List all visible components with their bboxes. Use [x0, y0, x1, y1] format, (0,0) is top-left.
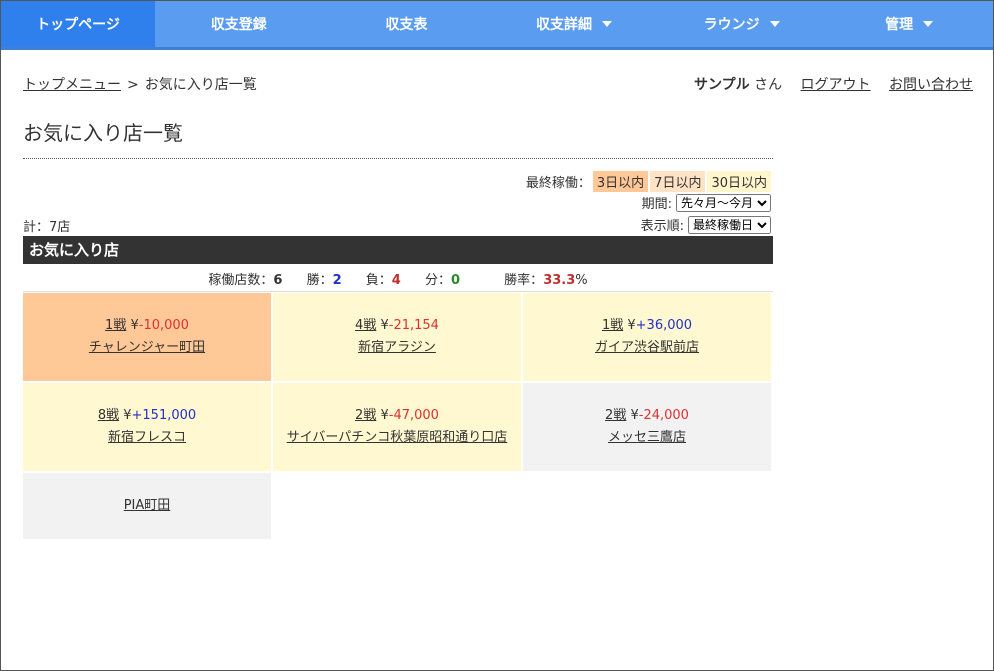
top-nav: トップページ 収支登録 収支表 収支詳細 ラウンジ 管理 [1, 1, 993, 50]
stat-label: 負： [365, 273, 392, 288]
store-amount: +151,000 [131, 408, 197, 423]
user-bar: サンプル さん ログアウト お問い合わせ [694, 74, 973, 94]
yen-sign: ¥ [627, 318, 636, 333]
stat-wins: 勝：2 [307, 273, 342, 288]
user-name: サンプル [694, 77, 750, 93]
nav-label: 収支詳細 [535, 17, 592, 33]
stat-stores: 稼働店数：6 [208, 273, 282, 288]
store-amount: -10,000 [138, 318, 189, 333]
stat-value: 0 [450, 273, 461, 288]
period-select[interactable]: 先々月～今月 [676, 193, 771, 212]
last-active-30days[interactable]: 30日以内 [707, 171, 771, 192]
store-record: 2戦 ¥-47,000 [355, 405, 439, 427]
nav-label: トップページ [36, 17, 120, 33]
chevron-down-icon [923, 21, 934, 27]
nav-label: 収支表 [385, 17, 428, 33]
store-games-link[interactable]: 2戦 [605, 408, 626, 423]
yen-sign: ¥ [380, 408, 389, 423]
user-suffix: さん [754, 77, 783, 93]
breadcrumb-current: お気に入り店一覧 [144, 77, 257, 93]
store-name-link[interactable]: 新宿フレスコ [108, 427, 186, 449]
sort-filter: 表示順: 最終稼働日 [641, 215, 771, 234]
stat-value: 2 [332, 273, 342, 288]
store-record: 8戦 ¥+151,000 [98, 405, 196, 427]
store-games-link[interactable]: 1戦 [105, 318, 126, 333]
sort-select[interactable]: 最終稼働日 [688, 215, 771, 234]
nav-label: ラウンジ [703, 17, 760, 33]
store-card: 2戦 ¥-47,000 サイバーパチンコ秋葉原昭和通り口店 [273, 383, 521, 471]
store-record: 2戦 ¥-24,000 [605, 405, 689, 427]
stat-label: 勝： [306, 273, 333, 288]
store-name-link[interactable]: ガイア渋谷駅前店 [595, 337, 699, 359]
breadcrumb: トップメニュー > お気に入り店一覧 [23, 74, 257, 94]
store-name-link[interactable]: チャレンジャー町田 [89, 337, 205, 359]
store-games-link[interactable]: 4戦 [355, 318, 376, 333]
stat-value: 6 [273, 273, 283, 288]
nav-label: 管理 [885, 17, 914, 33]
store-card: 2戦 ¥-24,000 メッセ三鷹店 [523, 383, 771, 471]
logout-link[interactable]: ログアウト [801, 77, 871, 93]
sort-label: 表示順: [640, 219, 684, 234]
store-card: PIA町田 [23, 473, 271, 539]
nav-table[interactable]: 収支表 [323, 1, 491, 47]
last-active-filter: 最終稼働： 3日以内 7日以内 30日以内 [526, 171, 771, 192]
store-name-link[interactable]: PIA町田 [124, 495, 171, 517]
yen-sign: ¥ [123, 408, 132, 423]
stat-win-rate: 勝率：33.3% [504, 273, 587, 288]
nav-label: 収支登録 [210, 17, 267, 33]
store-games-link[interactable]: 1戦 [602, 318, 623, 333]
section-header: お気に入り店 [23, 236, 773, 264]
stat-draws: 分：0 [425, 273, 460, 288]
nav-detail[interactable]: 収支詳細 [490, 1, 658, 47]
yen-sign: ¥ [380, 318, 389, 333]
stat-value: 33.3 [543, 273, 576, 288]
store-amount: -21,154 [388, 318, 439, 333]
stat-unit: % [575, 273, 588, 288]
nav-top-page[interactable]: トップページ [1, 1, 155, 47]
contact-link[interactable]: お問い合わせ [889, 77, 973, 93]
store-amount: -47,000 [388, 408, 439, 423]
total-count: 計：7店 [23, 220, 71, 235]
last-active-7days[interactable]: 7日以内 [650, 171, 706, 192]
store-record: 1戦 ¥+36,000 [602, 315, 692, 337]
yen-sign: ¥ [630, 408, 639, 423]
nav-admin[interactable]: 管理 [825, 1, 993, 47]
yen-sign: ¥ [130, 318, 139, 333]
stats-summary: 稼働店数：6 勝：2 負：4 分：0 勝率：33.3% [23, 269, 773, 288]
store-games-link[interactable]: 2戦 [355, 408, 376, 423]
period-filter: 期間: 先々月～今月 [642, 193, 771, 212]
breadcrumb-separator: > [127, 77, 139, 93]
last-active-label: 最終稼働： [525, 176, 591, 191]
chevron-down-icon [769, 21, 780, 27]
stat-losses: 負：4 [366, 273, 401, 288]
store-record: 1戦 ¥-10,000 [105, 315, 189, 337]
last-active-3days[interactable]: 3日以内 [592, 171, 649, 192]
store-record: 4戦 ¥-21,154 [355, 315, 439, 337]
store-card: 4戦 ¥-21,154 新宿アラジン [273, 293, 521, 381]
nav-register[interactable]: 収支登録 [155, 1, 323, 47]
period-label: 期間: [641, 197, 672, 212]
stat-value: 4 [391, 273, 401, 288]
store-name-link[interactable]: サイバーパチンコ秋葉原昭和通り口店 [287, 427, 508, 449]
store-card: 1戦 ¥+36,000 ガイア渋谷駅前店 [523, 293, 771, 381]
title-divider [23, 158, 773, 159]
breadcrumb-home-link[interactable]: トップメニュー [23, 77, 121, 93]
store-amount: -24,000 [638, 408, 689, 423]
chevron-down-icon [601, 21, 612, 27]
store-grid: 1戦 ¥-10,000 チャレンジャー町田 4戦 ¥-21,154 新宿アラジン… [23, 291, 773, 539]
store-card: 8戦 ¥+151,000 新宿フレスコ [23, 383, 271, 471]
stat-label: 分： [424, 273, 451, 288]
store-card: 1戦 ¥-10,000 チャレンジャー町田 [23, 293, 271, 381]
page-title: お気に入り店一覧 [23, 121, 183, 145]
stat-label: 稼働店数： [208, 273, 274, 288]
store-games-link[interactable]: 8戦 [98, 408, 119, 423]
store-amount: +36,000 [635, 318, 693, 333]
store-name-link[interactable]: メッセ三鷹店 [608, 427, 686, 449]
store-name-link[interactable]: 新宿アラジン [358, 337, 436, 359]
stat-label: 勝率： [504, 273, 544, 288]
nav-lounge[interactable]: ラウンジ [658, 1, 826, 47]
